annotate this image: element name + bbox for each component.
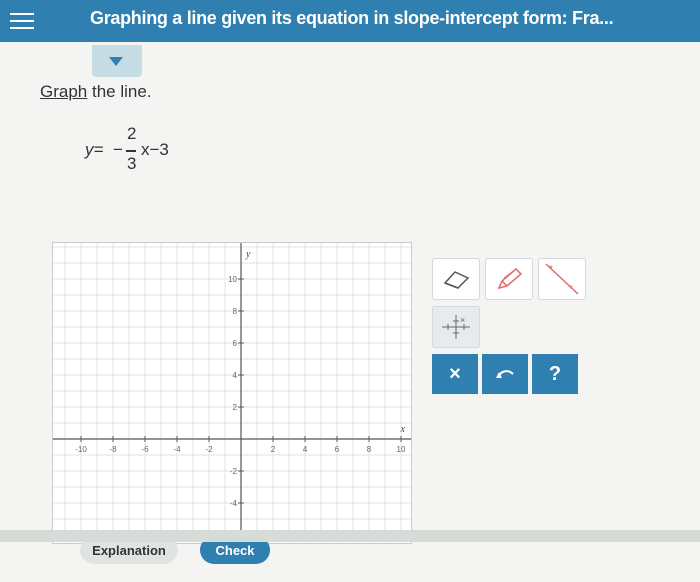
x-tick-label: -8 [109, 445, 117, 454]
x-tick-label: 6 [335, 445, 340, 454]
clear-button[interactable]: × [432, 354, 478, 394]
equation-rest: x−3 [141, 140, 169, 159]
y-tick-label: 6 [233, 339, 238, 348]
fraction-bar [126, 150, 136, 152]
y-tick-label: 10 [228, 275, 237, 284]
y-tick-label: -4 [230, 499, 238, 508]
coordinate-grid[interactable]: -10-8-6-4-2246810108642-2-4-6xy [53, 243, 411, 543]
fraction-denominator: 3 [127, 154, 137, 173]
undo-icon [496, 370, 514, 378]
x-tick-label: 8 [367, 445, 372, 454]
pencil-tool[interactable] [485, 258, 533, 300]
y-tick-label: 2 [233, 403, 238, 412]
chevron-down-icon [109, 57, 123, 66]
x-tick-label: -6 [141, 445, 149, 454]
mini-graph-icon: × [442, 315, 470, 339]
x-axis-label: x [400, 424, 406, 435]
x-tick-label: 2 [271, 445, 276, 454]
graph-tool[interactable]: × [432, 306, 480, 348]
equation-sign: − [113, 140, 123, 159]
problem-prompt: Graph the line. [40, 82, 152, 102]
help-button[interactable]: ? [532, 354, 578, 394]
prompt-text: the line. [87, 82, 152, 101]
line-segment-icon: * * [545, 263, 579, 295]
y-tick-label: 8 [233, 307, 238, 316]
y-tick-label: 4 [233, 371, 238, 380]
undo-button[interactable] [482, 354, 528, 394]
pencil-icon [497, 267, 523, 290]
x-tick-label: 4 [303, 445, 308, 454]
eraser-icon [443, 271, 470, 289]
eraser-tool[interactable] [432, 258, 480, 300]
fraction-numerator: 2 [127, 124, 137, 143]
menu-icon[interactable] [10, 8, 34, 32]
y-tick-label: -2 [230, 467, 238, 476]
svg-text:×: × [460, 315, 465, 325]
graph-link[interactable]: Graph [40, 82, 87, 101]
svg-text:*: * [549, 264, 553, 275]
y-axis-label: y [245, 249, 251, 260]
x-tick-label: -10 [75, 445, 87, 454]
graph-area[interactable]: -10-8-6-4-2246810108642-2-4-6xy [52, 242, 412, 544]
problem-panel: Graph the line. y= − 2 3 x−3 -10 -8 -6 -4 -2… [0, 42, 700, 582]
collapse-tab[interactable] [92, 45, 142, 77]
x-tick-label: 10 [397, 445, 406, 454]
x-tick-label: -4 [173, 445, 181, 454]
top-bar: Graphing a line given its equation in sl… [0, 0, 700, 42]
svg-text:*: * [569, 284, 573, 295]
bottom-strip [0, 530, 700, 542]
line-tool[interactable]: * * [538, 258, 586, 300]
page-title: Graphing a line given its equation in sl… [90, 8, 614, 28]
equation-lhs: y= [85, 140, 104, 159]
x-tick-label: -2 [205, 445, 213, 454]
